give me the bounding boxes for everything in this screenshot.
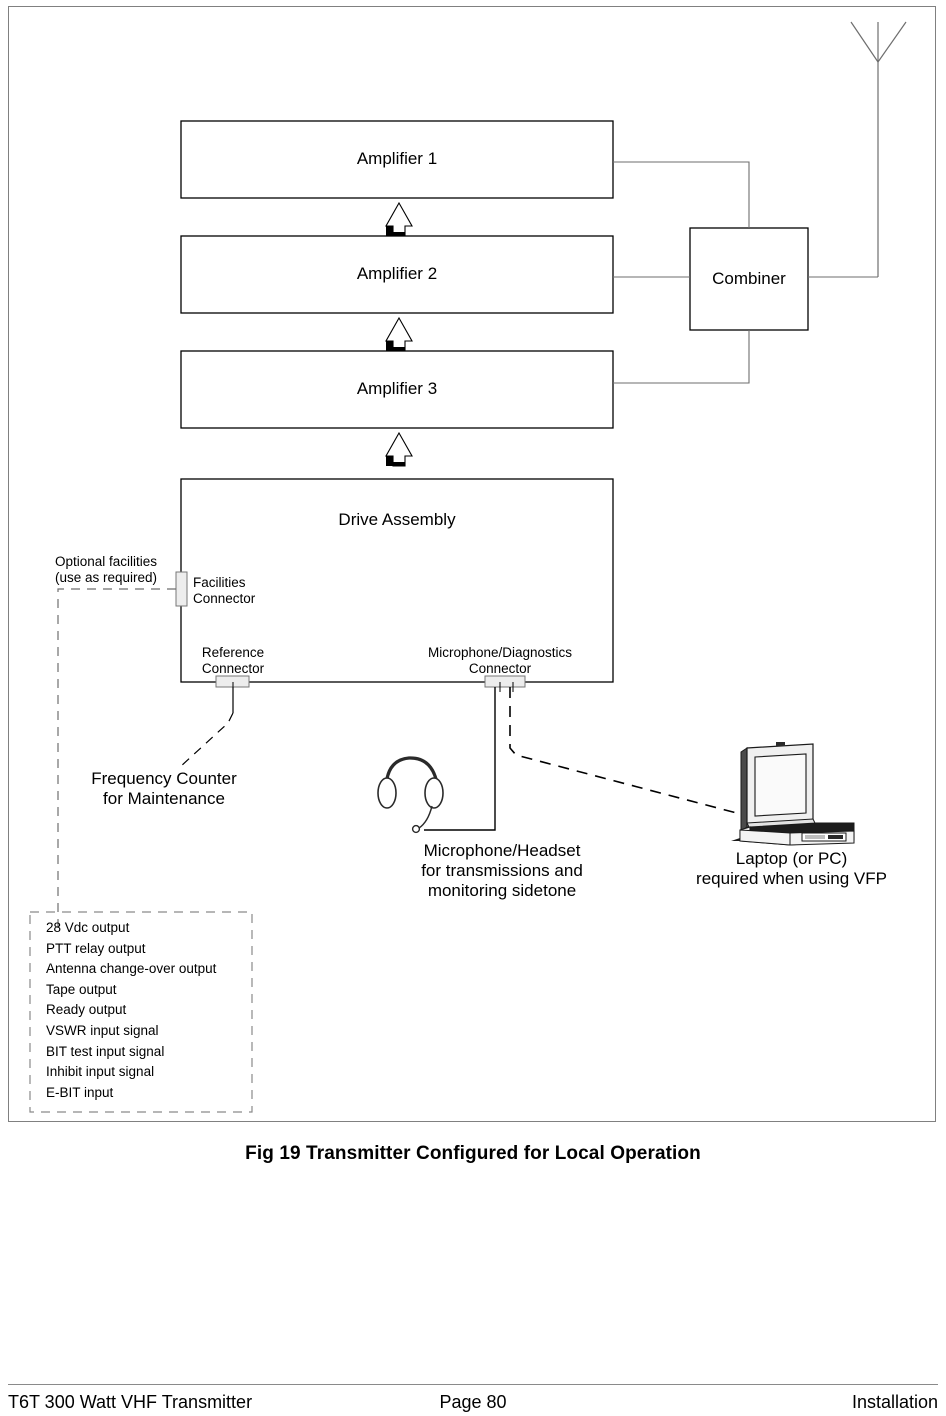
facility-item: Ready output xyxy=(46,1002,127,1018)
amplifier1-label: Amplifier 1 xyxy=(356,149,438,168)
footer-page-number: Page 80 xyxy=(439,1392,507,1412)
microphone-diagnostics-connector-label: Microphone/Diagnostics Connector xyxy=(427,645,573,676)
facility-item: Inhibit input signal xyxy=(46,1064,155,1080)
facility-item: PTT relay output xyxy=(46,940,146,956)
figure-caption: Fig 19 Transmitter Configured for Local … xyxy=(245,1143,701,1164)
footer-right-text: Installation xyxy=(851,1392,938,1412)
combiner-label: Combiner xyxy=(712,269,786,288)
frequency-counter-note: Frequency Counter for Maintenance xyxy=(91,769,237,809)
facility-item: Tape output xyxy=(46,981,117,997)
facility-item: Antenna change-over output xyxy=(46,961,217,977)
facility-item: VSWR input signal xyxy=(46,1022,159,1038)
facility-item: BIT test input signal xyxy=(46,1043,165,1059)
facilities-connector-label: Facilities Connector xyxy=(193,575,256,606)
facility-item: 28 Vdc output xyxy=(46,920,130,935)
footer-divider xyxy=(8,1384,938,1385)
amplifier2-label: Amplifier 2 xyxy=(356,264,438,283)
page-root: Amplifier 1 Amplifier 2 Amplifier 3 Comb… xyxy=(0,0,946,1416)
reference-connector-label: Reference Connector xyxy=(201,645,265,676)
facilities-list: 28 Vdc output PTT relay output Antenna c… xyxy=(46,918,256,1103)
laptop-note: Laptop (or PC) required when using VFP xyxy=(696,849,887,889)
facility-item: E-BIT input xyxy=(46,1084,114,1100)
amplifier3-label: Amplifier 3 xyxy=(356,379,438,398)
drive-assembly-label: Drive Assembly xyxy=(338,510,456,529)
microphone-headset-note: Microphone/Headset for transmissions and… xyxy=(421,841,583,901)
optional-facilities-note: Optional facilities (use as required) xyxy=(55,554,158,585)
